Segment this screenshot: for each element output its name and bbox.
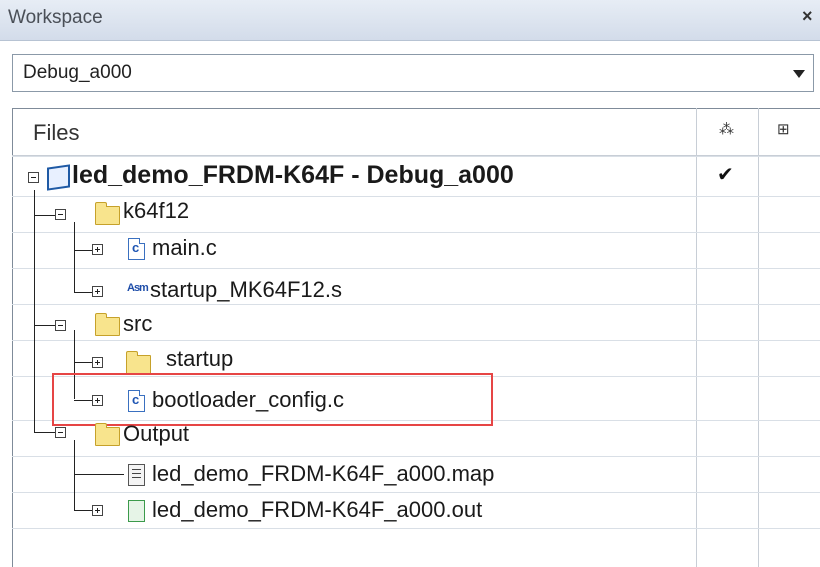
tree-row-file-out[interactable]: led_demo_FRDM-K64F_a000.out	[0, 495, 820, 531]
workspace-title: Workspace	[8, 7, 103, 28]
map-file-icon	[128, 464, 145, 486]
configuration-dropdown[interactable]: Debug_a000	[12, 54, 814, 92]
c-file-icon: c	[128, 238, 145, 260]
file-label: startup_MK64F12.s	[150, 277, 342, 302]
highlight-box	[52, 373, 493, 426]
close-icon[interactable]: ×	[802, 6, 818, 28]
collapse-icon[interactable]	[55, 427, 66, 438]
folder-icon	[95, 202, 120, 225]
folder-icon	[95, 423, 120, 446]
workspace-titlebar: Workspace ×	[0, 0, 820, 41]
tree-row-file-map[interactable]: led_demo_FRDM-K64F_a000.map	[0, 458, 820, 494]
expand-icon[interactable]	[92, 286, 103, 297]
project-icon	[47, 164, 70, 191]
collapse-icon[interactable]	[28, 172, 39, 183]
folder-label: k64f12	[123, 198, 190, 223]
tree-row-file-main-c[interactable]: c main.c	[0, 232, 820, 268]
tree-row-project[interactable]: led_demo_FRDM-K64F - Debug_a000	[0, 160, 820, 196]
expand-icon[interactable]	[92, 505, 103, 516]
folder-icon	[95, 313, 120, 336]
collapse-icon[interactable]	[55, 209, 66, 220]
file-label: led_demo_FRDM-K64F_a000.map	[152, 461, 495, 486]
file-label: main.c	[152, 235, 217, 260]
tree-row-folder-src[interactable]: src	[0, 308, 820, 344]
checked-icon[interactable]: ✔	[717, 162, 734, 187]
expand-icon[interactable]	[92, 357, 103, 368]
chevron-down-icon[interactable]	[793, 70, 805, 78]
file-label: led_demo_FRDM-K64F_a000.out	[152, 497, 483, 522]
folder-label: Output	[123, 421, 190, 446]
folder-label: src	[123, 311, 153, 336]
expand-icon[interactable]	[92, 244, 103, 255]
folder-label: startup	[166, 346, 234, 371]
collapse-icon[interactable]	[55, 320, 66, 331]
options-icon[interactable]: ⊞	[777, 120, 790, 138]
tree-row-folder-output[interactable]: Output	[0, 421, 820, 458]
tree-row-folder-k64f12[interactable]: k64f12	[0, 196, 820, 232]
compile-status-icon[interactable]: ⁂	[719, 120, 734, 138]
configuration-value: Debug_a000	[23, 62, 132, 83]
tree-row-file-startup-s[interactable]: Asm startup_MK64F12.s	[0, 272, 820, 308]
project-name: led_demo_FRDM-K64F - Debug_a000	[72, 161, 514, 189]
folder-icon	[126, 351, 151, 374]
files-column-header[interactable]: Files	[33, 120, 79, 146]
asm-file-icon: Asm	[127, 282, 149, 294]
out-file-icon	[128, 500, 145, 522]
